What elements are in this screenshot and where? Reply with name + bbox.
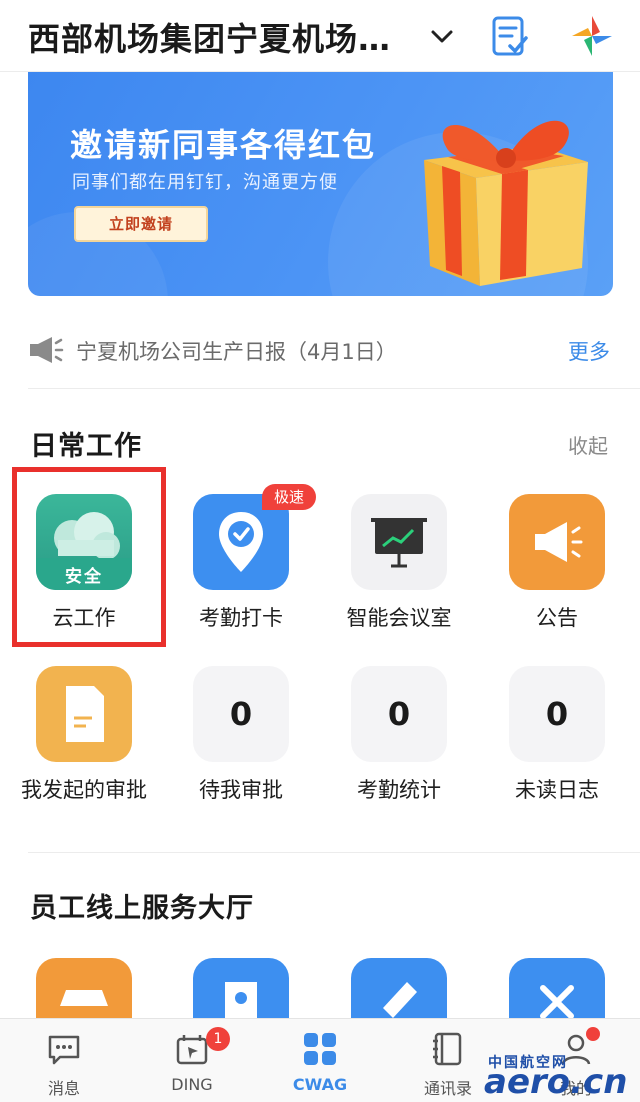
unread-count: 0 [509, 666, 605, 762]
app-attendance-stats[interactable]: 0 考勤统计 [320, 666, 478, 836]
app-unread-logs[interactable]: 0 未读日志 [478, 666, 636, 836]
service-tools-icon[interactable] [509, 958, 605, 1022]
service-car-icon[interactable] [36, 958, 132, 1022]
chevron-down-icon[interactable] [428, 22, 456, 50]
invite-now-button[interactable]: 立即邀请 [74, 206, 208, 242]
tab-contacts[interactable]: 通讯录 [398, 1019, 498, 1102]
service-id-card-icon[interactable] [193, 958, 289, 1022]
app-smart-meeting-room[interactable]: 智能会议室 [320, 494, 478, 664]
chat-bubble-icon [48, 1035, 80, 1065]
app-pending-approvals[interactable]: 0 待我审批 [162, 666, 320, 836]
app-announcement[interactable]: 公告 [478, 494, 636, 664]
notice-text[interactable]: 宁夏机场公司生产日报（4月1日） [76, 336, 397, 366]
app-header: 西部机场集团宁夏机场… [0, 0, 640, 72]
tab-label: CWAG [292, 1075, 348, 1094]
doc-shape [66, 686, 104, 742]
document-icon [36, 666, 132, 762]
app-attendance-checkin[interactable]: 考勤打卡 [162, 494, 320, 664]
gift-box-icon [424, 120, 588, 286]
app-label: 考勤打卡 [199, 606, 283, 630]
app-label: 公告 [536, 606, 578, 630]
invite-banner[interactable]: 邀请新同事各得红包 同事们都在用钉钉，沟通更方便 立即邀请 [28, 72, 613, 296]
card-shape [225, 982, 257, 1022]
tab-messages[interactable]: 消息 [14, 1019, 114, 1102]
megaphone-icon [30, 337, 64, 363]
tab-label: DING [171, 1075, 213, 1094]
notice-more-link[interactable]: 更多 [568, 336, 610, 366]
daily-work-title: 日常工作 [30, 431, 142, 462]
divider [28, 388, 640, 389]
app-label: 我发起的审批 [21, 778, 147, 802]
tab-ding[interactable]: DING 1 [142, 1019, 242, 1102]
app-label: 考勤统计 [357, 778, 441, 802]
tab-label: 消息 [47, 1079, 80, 1098]
banner-subtitle: 同事们都在用钉钉，沟通更方便 [72, 172, 338, 193]
ticket-shape [383, 982, 417, 1018]
watermark-en: aero.cn [484, 1062, 628, 1102]
ding-badge: 1 [206, 1027, 230, 1051]
highlight-box [12, 467, 166, 647]
app-label: 未读日志 [515, 778, 599, 802]
banner-headline: 邀请新同事各得红包 [70, 126, 377, 164]
org-logo-icon[interactable] [570, 14, 614, 58]
services-title: 员工线上服务大厅 [30, 893, 254, 924]
tab-label: 通讯录 [423, 1079, 472, 1098]
app-label: 待我审批 [199, 778, 283, 802]
megaphone-shape [535, 522, 583, 562]
org-title[interactable]: 西部机场集团宁夏机场… [28, 14, 391, 60]
board-shape [371, 518, 427, 568]
contacts-book-icon [433, 1032, 462, 1066]
app-my-approvals[interactable]: 我发起的审批 [5, 666, 163, 836]
presentation-board-icon [351, 494, 447, 590]
divider [28, 852, 640, 853]
speed-badge: 极速 [262, 484, 316, 510]
car-shape [60, 990, 108, 1006]
me-dot-badge [586, 1027, 600, 1041]
todo-list-icon[interactable] [488, 14, 532, 58]
app-label: 智能会议室 [346, 606, 452, 630]
ding-icon [176, 1035, 208, 1065]
grid-apps-icon [304, 1033, 336, 1065]
pending-count: 0 [193, 666, 289, 762]
attendance-count: 0 [351, 666, 447, 762]
tab-cwag[interactable]: CWAG [270, 1019, 370, 1102]
service-ticket-icon[interactable] [351, 958, 447, 1022]
notice-bar[interactable]: 宁夏机场公司生产日报（4月1日） 更多 [0, 320, 640, 380]
megaphone-icon [509, 494, 605, 590]
tools-shape [540, 985, 574, 1019]
watermark: 中国航空网 aero.cn [484, 1052, 640, 1102]
collapse-button[interactable]: 收起 [568, 430, 608, 459]
